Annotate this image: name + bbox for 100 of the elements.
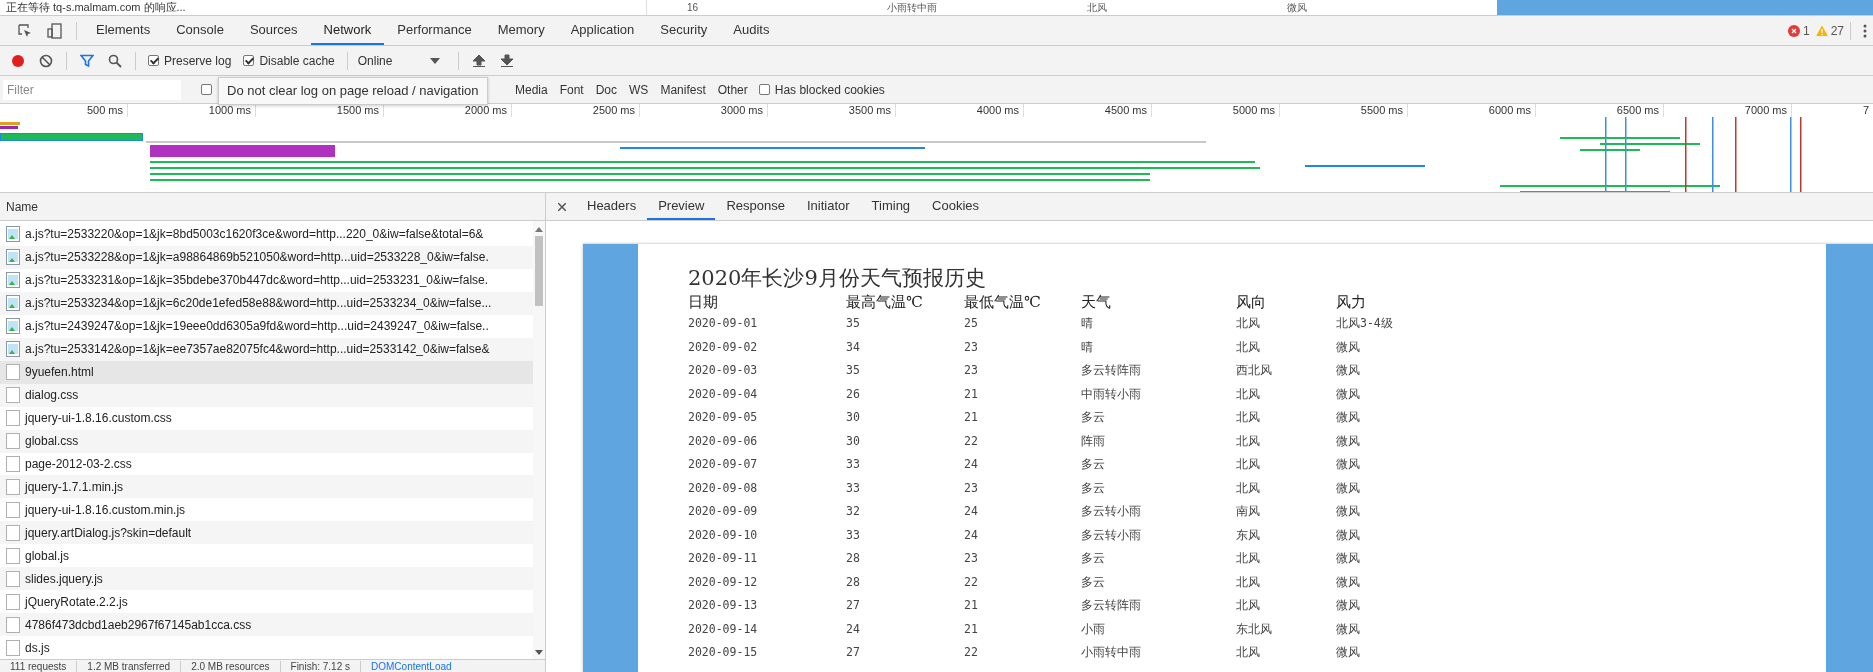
document-icon bbox=[6, 501, 20, 518]
table-header: 风力 bbox=[1336, 292, 1367, 312]
close-icon[interactable] bbox=[558, 202, 566, 211]
document-icon bbox=[6, 433, 20, 450]
filter-icon[interactable] bbox=[80, 53, 94, 68]
table-cell-text: 33 bbox=[846, 479, 861, 497]
request-row[interactable]: a.js?tu=2533142&op=1&jk=ee7357ae82075fc4&word=http...uid=2533142_0&iw=false& bbox=[0, 337, 533, 361]
table-cell-text: 33 bbox=[846, 526, 861, 544]
panel-tab[interactable]: Elements bbox=[83, 16, 164, 45]
request-row[interactable]: jquery-1.7.1.min.js bbox=[0, 475, 533, 499]
request-row[interactable]: 4786f473dcbd1aeb2967f67145ab1cca.css bbox=[0, 613, 533, 637]
table-cell-text: 北风3-4级 bbox=[1336, 315, 1394, 332]
status-text: DOMContentLoad bbox=[370, 660, 453, 672]
request-row[interactable]: a.js?tu=2533234&op=1&jk=6c20de1efed58e88&word=http...uid=2533234_0&iw=false... bbox=[0, 291, 533, 315]
type-filter[interactable]: Media bbox=[510, 80, 553, 99]
detail-tab[interactable]: Timing bbox=[860, 193, 922, 220]
request-row[interactable]: global.css bbox=[0, 429, 533, 453]
detail-tab[interactable]: Headers bbox=[576, 193, 648, 220]
device-toolbar-icon[interactable] bbox=[47, 22, 63, 39]
type-filter[interactable]: Manifest bbox=[655, 80, 711, 99]
panel-tab[interactable]: Performance bbox=[384, 16, 485, 45]
panel-tab[interactable]: Sources bbox=[236, 16, 311, 45]
request-name: a.js?tu=2439247&op=1&jk=19eee0dd6305a9fd&word=http...uid=2439247_0&iw=false.. bbox=[25, 319, 489, 334]
request-row[interactable]: dialog.css bbox=[0, 383, 533, 407]
request-name: jquery.artDialog.js?skin=default bbox=[25, 525, 192, 540]
time-tick-label: 500 ms bbox=[0, 104, 128, 117]
disable-cache-checkbox[interactable] bbox=[243, 55, 255, 66]
clear-icon[interactable] bbox=[39, 53, 53, 68]
time-tick-label: 5000 ms bbox=[1152, 104, 1280, 117]
panel-tab[interactable]: Security bbox=[647, 16, 721, 45]
record-icon[interactable] bbox=[11, 53, 25, 68]
table-cell-text: 23 bbox=[964, 550, 979, 567]
table-cell-text: 35 bbox=[846, 362, 861, 379]
table-cell-text: 北风 bbox=[1236, 432, 1261, 450]
table-cell-text: 28 bbox=[846, 573, 861, 591]
download-icon[interactable] bbox=[499, 53, 514, 68]
time-tick-label: 4500 ms bbox=[1024, 104, 1152, 117]
more-options-icon[interactable] bbox=[1863, 23, 1867, 38]
table-cell-text: 27 bbox=[846, 597, 861, 614]
preserve-log-checkbox[interactable] bbox=[148, 55, 159, 66]
checkbox-label: Has blocked cookies bbox=[774, 82, 885, 97]
scroll-up-icon[interactable] bbox=[535, 227, 543, 232]
status-text: 2.0 MB resources bbox=[181, 660, 281, 672]
panel-tab[interactable]: Memory bbox=[484, 16, 558, 45]
tooltip: Do not clear log on page reload / navigation bbox=[218, 77, 488, 105]
table-cell-text: 北风 bbox=[1236, 644, 1261, 661]
document-icon bbox=[6, 478, 20, 495]
hide-data-urls-checkbox[interactable] bbox=[201, 84, 212, 95]
request-name: a.js?tu=2533142&op=1&jk=ee7357ae82075fc4&word=http...uid=2533142_0&iw=false& bbox=[25, 342, 490, 357]
panel-tab[interactable]: Console bbox=[163, 16, 237, 45]
inspect-icon[interactable] bbox=[17, 22, 33, 39]
request-name: jQueryRotate.2.2.js bbox=[25, 594, 128, 609]
blocked-cookies-checkbox[interactable] bbox=[758, 84, 770, 95]
type-filter[interactable]: Font bbox=[554, 80, 589, 99]
request-row[interactable]: slides.jquery.js bbox=[0, 567, 533, 591]
request-name: dialog.css bbox=[25, 388, 79, 403]
detail-tab[interactable]: Response bbox=[715, 193, 796, 220]
upload-icon[interactable] bbox=[471, 53, 486, 68]
table-cell-text: 23 bbox=[964, 362, 979, 379]
table-cell-text: 2020-09-04 bbox=[688, 385, 759, 403]
type-filter[interactable]: Other bbox=[712, 80, 753, 99]
scrollbar[interactable] bbox=[533, 221, 545, 659]
time-tick-label: 5500 ms bbox=[1280, 104, 1408, 117]
image-file-icon bbox=[6, 318, 20, 335]
image-file-icon bbox=[6, 341, 20, 358]
table-cell-text: 北风 bbox=[1236, 550, 1261, 567]
table-cell-text: 多云 bbox=[1081, 550, 1106, 567]
table-cell-text: 32 bbox=[846, 503, 861, 520]
time-tick-label: 1000 ms bbox=[128, 104, 256, 117]
table-cell-text: 22 bbox=[964, 432, 979, 450]
detail-tab[interactable]: Cookies bbox=[921, 193, 991, 220]
checkbox-label: Disable cache bbox=[259, 53, 335, 68]
throttling-dropdown[interactable]: Online bbox=[353, 51, 444, 70]
request-row[interactable]: 9yuefen.html bbox=[0, 360, 533, 384]
filter-field[interactable]: Filter bbox=[3, 79, 181, 100]
image-file-icon bbox=[6, 226, 20, 243]
detail-tab[interactable]: Initiator bbox=[795, 193, 861, 220]
type-filter[interactable]: Doc bbox=[590, 80, 623, 99]
table-cell-text: 2020-09-05 bbox=[688, 409, 759, 426]
table-cell-text: 2020-09-02 bbox=[688, 338, 759, 356]
panel-tab[interactable]: Application bbox=[557, 16, 648, 45]
table-cell-text: 北风 bbox=[1236, 338, 1261, 356]
warning-count: 27 bbox=[1830, 23, 1844, 38]
scroll-down-icon[interactable] bbox=[535, 650, 543, 655]
table-cell-text: 21 bbox=[964, 597, 979, 614]
table-cell-text: 35 bbox=[846, 315, 861, 332]
scrollbar-thumb[interactable] bbox=[535, 236, 543, 306]
table-cell-text: 北风 bbox=[1236, 315, 1261, 332]
table-cell-text: 2020-09-12 bbox=[688, 573, 759, 591]
request-name: global.css bbox=[25, 434, 79, 449]
panel-tab[interactable]: Audits bbox=[720, 16, 783, 45]
table-header: 日期 bbox=[688, 292, 719, 312]
request-row[interactable]: a.js?tu=2533228&op=1&jk=a98864869b521050&word=http...uid=2533228_0&iw=false. bbox=[0, 245, 533, 269]
search-icon[interactable] bbox=[108, 53, 122, 68]
table-cell-text: 微风 bbox=[1336, 573, 1361, 591]
loading-status-text: 正在等待 tq-s.malmam.com 的响应... bbox=[5, 1, 187, 14]
caret-icon bbox=[429, 57, 440, 64]
request-row[interactable]: jquery.artDialog.js?skin=default bbox=[0, 521, 533, 545]
document-icon bbox=[6, 639, 20, 656]
type-filter[interactable]: WS bbox=[624, 80, 654, 99]
